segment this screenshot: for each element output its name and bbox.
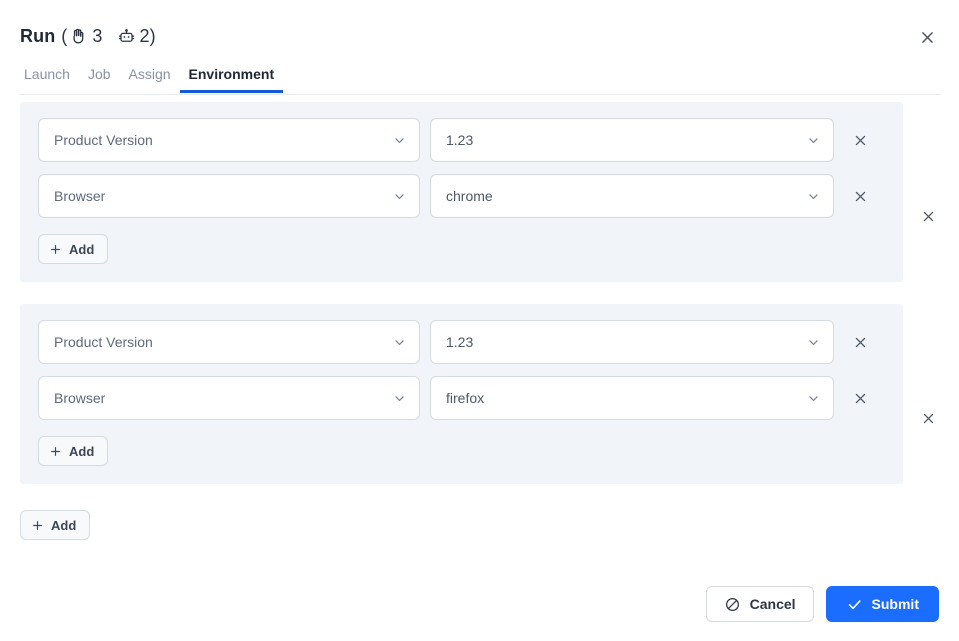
chevron-down-icon [392, 335, 406, 349]
select-value: 1.23 [446, 334, 474, 350]
add-row-wrapper: Add [38, 436, 903, 466]
tab-environment[interactable]: Environment [179, 66, 284, 93]
remove-row-button[interactable] [845, 125, 875, 155]
run-environment-dialog: Run ( 3 2) Launch Job Assign Environmen… [0, 0, 959, 641]
browser-value-select[interactable]: chrome [430, 174, 834, 218]
tab-bar: Launch Job Assign Environment [20, 66, 283, 93]
title-text: Run [20, 26, 56, 46]
chevron-down-icon [806, 335, 820, 349]
add-row-label: Add [69, 443, 95, 459]
automation-count: 2 [139, 26, 150, 46]
environment-group-card: Product Version 1.23 [20, 102, 903, 282]
plus-icon [49, 445, 62, 458]
product-version-key-select[interactable]: Product Version [38, 320, 420, 364]
chevron-down-icon [392, 133, 406, 147]
select-value: 1.23 [446, 132, 474, 148]
environment-group-card: Product Version 1.23 [20, 304, 903, 484]
plus-icon [31, 519, 44, 532]
page-title: Run ( 3 2) [20, 26, 156, 47]
title-paren-close: ) [149, 26, 156, 46]
remove-group-button[interactable] [914, 404, 942, 432]
browser-value-select[interactable]: firefox [430, 376, 834, 420]
close-icon[interactable] [916, 26, 938, 48]
manual-count: 3 [92, 26, 103, 46]
product-version-key-select[interactable]: Product Version [38, 118, 420, 162]
submit-button[interactable]: Submit [825, 586, 939, 622]
environment-row: Product Version 1.23 [20, 118, 903, 162]
add-group-button[interactable]: Add [20, 510, 91, 540]
tab-job[interactable]: Job [79, 66, 120, 93]
remove-row-button[interactable] [845, 383, 875, 413]
environment-panel: Product Version 1.23 Browser chrome Add … [0, 102, 959, 572]
select-value: chrome [446, 188, 493, 204]
add-row-label: Add [69, 241, 95, 257]
remove-group-button[interactable] [914, 202, 942, 230]
add-row-wrapper: Add [38, 234, 903, 264]
chevron-down-icon [392, 391, 406, 405]
select-label: Browser [54, 390, 106, 406]
tab-divider [20, 94, 940, 95]
product-version-value-select[interactable]: 1.23 [430, 118, 834, 162]
remove-row-button[interactable] [845, 327, 875, 357]
tab-launch[interactable]: Launch [20, 66, 79, 93]
remove-row-button[interactable] [845, 181, 875, 211]
select-label: Product Version [54, 132, 153, 148]
environment-group: Product Version 1.23 [0, 102, 959, 282]
add-row-button[interactable]: Add [38, 234, 109, 264]
chevron-down-icon [806, 133, 820, 147]
chevron-down-icon [806, 391, 820, 405]
environment-row: Browser firefox [20, 376, 903, 420]
product-version-value-select[interactable]: 1.23 [430, 320, 834, 364]
browser-key-select[interactable]: Browser [38, 174, 420, 218]
dialog-footer: Cancel Submit [705, 586, 939, 622]
chevron-down-icon [806, 189, 820, 203]
title-paren-open: ( [61, 26, 68, 46]
tab-assign[interactable]: Assign [120, 66, 180, 93]
ban-icon [724, 596, 741, 613]
check-icon [846, 596, 863, 613]
dialog-header: Run ( 3 2) [0, 0, 959, 60]
cancel-button[interactable]: Cancel [705, 586, 814, 622]
submit-label: Submit [871, 596, 919, 612]
add-group-label: Add [51, 517, 77, 533]
robot-icon [117, 27, 136, 46]
environment-group: Product Version 1.23 [0, 304, 959, 484]
cancel-label: Cancel [749, 596, 796, 612]
browser-key-select[interactable]: Browser [38, 376, 420, 420]
select-value: firefox [446, 390, 485, 406]
add-group-wrapper: Add [20, 510, 959, 540]
hand-icon [69, 27, 88, 46]
select-label: Browser [54, 188, 106, 204]
select-label: Product Version [54, 334, 153, 350]
environment-row: Browser chrome [20, 174, 903, 218]
add-row-button[interactable]: Add [38, 436, 109, 466]
environment-row: Product Version 1.23 [20, 320, 903, 364]
plus-icon [49, 243, 62, 256]
chevron-down-icon [392, 189, 406, 203]
